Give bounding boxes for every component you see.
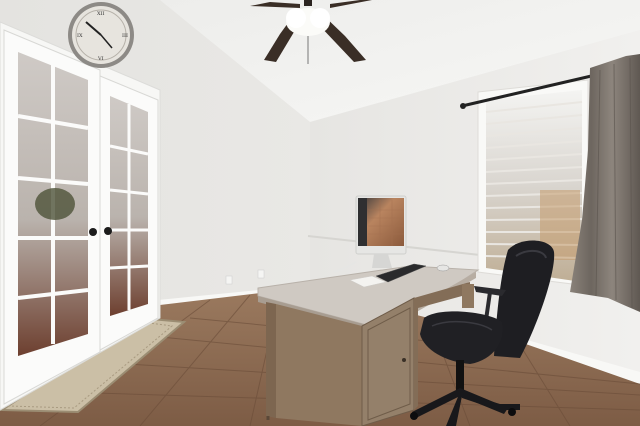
svg-text:IX: IX [77,33,83,39]
cabinet-knob[interactable] [402,358,406,362]
svg-text:XII: XII [97,11,105,17]
mouse[interactable] [436,264,450,272]
door-handle-left[interactable] [89,228,97,236]
room-scene: XII III VI IX [0,0,640,426]
door-handle-right[interactable] [104,227,112,235]
wall-clock: XII III VI IX [68,2,134,68]
svg-text:III: III [122,33,128,39]
svg-text:VI: VI [97,56,104,62]
